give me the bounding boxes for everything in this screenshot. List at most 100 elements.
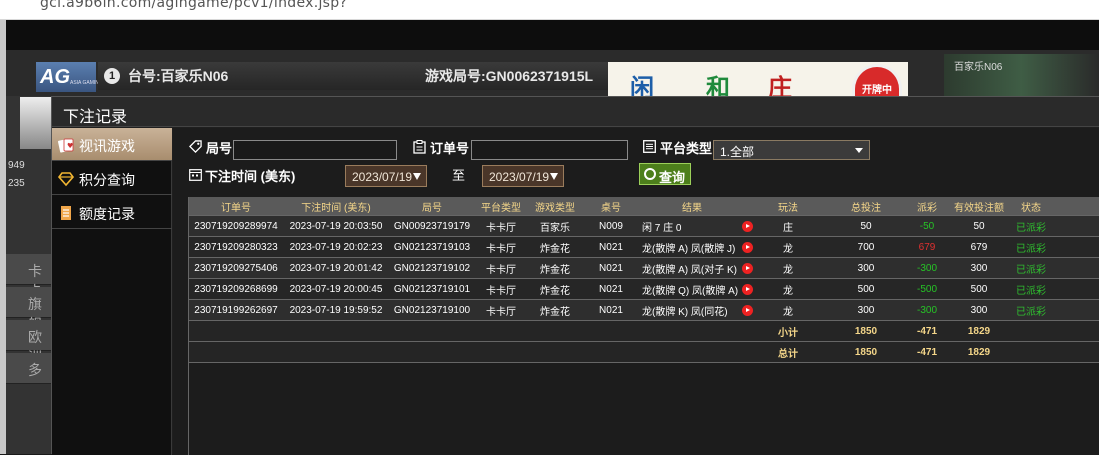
replay-button[interactable]	[740, 300, 754, 320]
cell-platform: 卡卡厅	[486, 264, 516, 276]
cell-status: 已派彩	[1016, 306, 1046, 318]
time-label: 下注时间 (美东)	[205, 169, 296, 184]
cell-table-no: N021	[599, 262, 623, 274]
document-icon	[61, 206, 71, 220]
chevron-down-icon	[550, 173, 558, 180]
cell-platform: 卡卡厅	[486, 306, 516, 318]
date-to-picker[interactable]: 2023/07/19	[482, 165, 564, 187]
tag-icon	[189, 140, 202, 153]
cell-bet-time: 2023-07-19 20:03:50	[289, 220, 383, 232]
balance-text-2: 235	[8, 178, 25, 189]
cell-status: 已派彩	[1016, 285, 1046, 297]
cell-table-no: N021	[599, 241, 623, 253]
cell-valid-bet: 300	[970, 262, 988, 274]
order-input[interactable]	[471, 140, 628, 160]
cell-bet-time: 2023-07-19 20:02:23	[289, 241, 383, 253]
date-from-value: 2023/07/19	[352, 170, 413, 184]
cell-round-id: GN02123719100	[393, 304, 471, 316]
cell-platform: 卡卡厅	[486, 222, 516, 234]
date-from-picker[interactable]: 2023/07/19	[345, 165, 427, 187]
cell-game-type: 炸金花	[540, 306, 570, 318]
cell-payout: -300	[916, 262, 937, 274]
game-tab-4[interactable]: 多	[6, 353, 54, 384]
column-header-play-type: 玩法	[778, 202, 798, 214]
cell-status: 已派彩	[1016, 264, 1046, 276]
total-payout: -471	[916, 346, 937, 358]
modal-title-bar: 下注记录	[52, 97, 1099, 127]
play-icon	[741, 220, 753, 232]
cell-platform: 卡卡厅	[486, 243, 516, 255]
svg-text:♥: ♥	[67, 142, 73, 150]
cell-order-id: 230719209289974	[194, 220, 278, 232]
replay-button[interactable]	[740, 258, 754, 278]
column-header-status: 状态	[1021, 202, 1041, 214]
menu-item-credit-records[interactable]: 额度记录	[52, 196, 172, 229]
cell-play-type: 龙	[783, 285, 793, 297]
table-header: 订单号 下注时间 (美东) 局号 平台类型 游戏类型 桌号 结果 玩法 总投注 派彩 有效投注额 状态	[188, 197, 1099, 216]
platform-select-value: 1.全部	[720, 145, 755, 159]
cell-bet-time: 2023-07-19 20:01:42	[289, 262, 383, 274]
platform-select[interactable]: 1.全部	[713, 140, 870, 160]
game-tab-3[interactable]: 欧洲	[6, 320, 54, 365]
replay-button[interactable]	[740, 216, 754, 236]
table-row: 230719209289974 2023-07-19 20:03:50 GN0092…	[188, 216, 1099, 237]
total-label: 总计	[778, 348, 798, 360]
cell-round-id: GN00923719179	[393, 220, 471, 232]
play-icon	[741, 262, 753, 274]
menu-item-label: 视讯游戏	[79, 138, 135, 154]
list-icon	[643, 140, 656, 153]
cell-play-type: 龙	[783, 243, 793, 255]
chevron-down-icon	[855, 148, 863, 153]
cell-round-id: GN02123719103	[393, 241, 471, 253]
total-total-bet: 1850	[854, 346, 878, 358]
play-icon	[741, 241, 753, 253]
cell-result: 龙(散牌 K) 凤(同花)	[642, 306, 728, 318]
table-row: 230719209280323 2023-07-19 20:02:23 GN0212…	[188, 237, 1099, 258]
replay-button[interactable]	[740, 279, 754, 299]
cell-game-type: 炸金花	[540, 264, 570, 276]
play-icon	[741, 304, 753, 316]
cell-total-bet: 50	[860, 220, 872, 232]
total-row: 总计 1850 -471 1829	[188, 342, 1099, 363]
game-tab-2[interactable]: 旗舰	[6, 287, 54, 332]
search-button-label: 查询	[659, 170, 686, 185]
subtotal-total-bet: 1850	[854, 325, 878, 337]
cell-total-bet: 700	[857, 241, 875, 253]
round-label: 局号	[206, 141, 233, 156]
url-text: gcl.a9b6in.com/agingame/pcv1/index.jsp?	[40, 0, 348, 11]
column-header-total-bet: 总投注	[851, 202, 881, 214]
subtotal-valid-bet: 1829	[967, 325, 991, 337]
balance-text-1: 949	[8, 160, 25, 171]
column-header-game-type: 游戏类型	[535, 202, 575, 214]
bet-record-modal: 下注记录 ♥ 视讯游戏 积分查询 额度记录 局号 订单号 平台类型 1.全部 下…	[51, 96, 1099, 455]
subtotal-row: 小计 1850 -471 1829	[188, 321, 1099, 342]
cell-bet-time: 2023-07-19 19:59:52	[289, 304, 383, 316]
cell-status: 已派彩	[1016, 243, 1046, 255]
cell-table-no: N009	[599, 220, 623, 232]
cell-total-bet: 300	[857, 262, 875, 274]
total-valid-bet: 1829	[967, 346, 991, 358]
play-icon	[741, 283, 753, 295]
round-id: 游戏局号:GN0062371915L	[425, 68, 594, 84]
cell-result: 龙(散牌 Q) 凤(散牌 A)	[642, 285, 739, 297]
ag-logo: AG	[36, 62, 96, 92]
browser-url-bar[interactable]: gcl.a9b6in.com/agingame/pcv1/index.jsp?	[0, 0, 1099, 20]
cell-game-type: 炸金花	[540, 243, 570, 255]
search-button[interactable]: 查询	[639, 163, 691, 185]
game-tab-1[interactable]: 卡卡	[6, 254, 54, 299]
column-header-table-no: 桌号	[601, 202, 621, 214]
menu-item-points[interactable]: 积分查询	[52, 162, 172, 195]
menu-item-live-games[interactable]: ♥ 视讯游戏	[52, 128, 172, 161]
records-content: 局号 订单号 平台类型 1.全部 下注时间 (美东) 2023/07/19 至 …	[173, 128, 1099, 455]
cell-valid-bet: 50	[973, 220, 985, 232]
cell-play-type: 龙	[783, 306, 793, 318]
column-header-payout: 派彩	[917, 202, 937, 214]
cell-order-id: 230719209268699	[194, 283, 278, 295]
cell-game-type: 炸金花	[540, 285, 570, 297]
dealing-status-text: 开牌中	[862, 85, 892, 96]
replay-button[interactable]	[740, 237, 754, 257]
round-input[interactable]	[233, 140, 397, 160]
cell-table-no: N021	[599, 304, 623, 316]
table-left-border	[188, 197, 189, 455]
cell-valid-bet: 300	[970, 304, 988, 316]
